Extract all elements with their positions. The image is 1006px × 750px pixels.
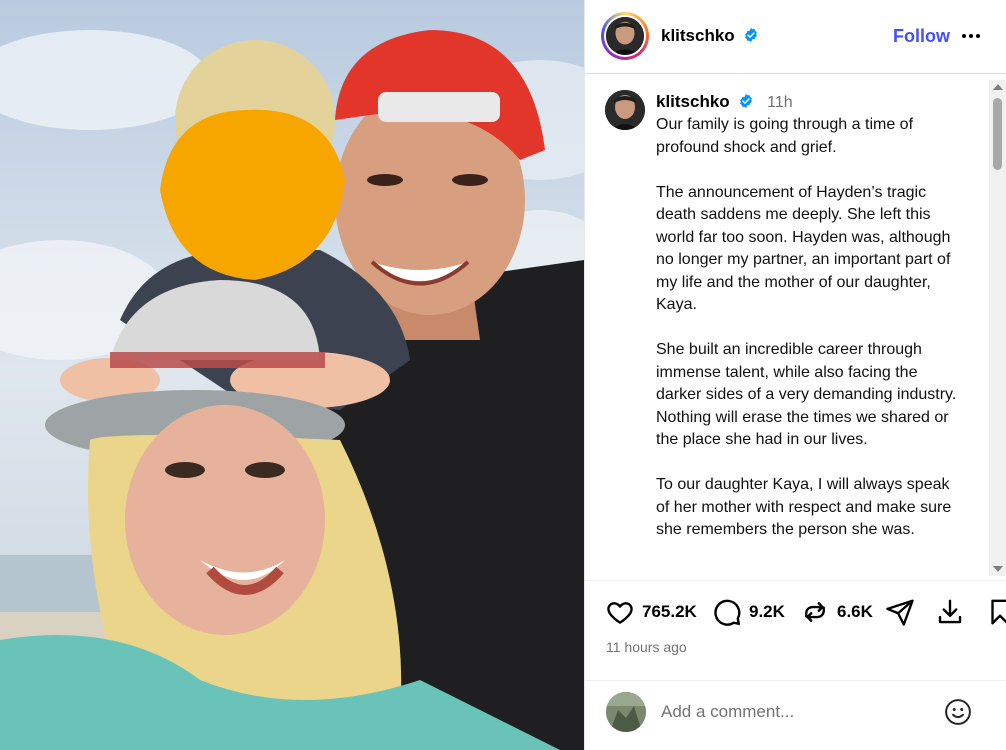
like-button[interactable]: 765.2K [605, 597, 697, 627]
post-timestamp[interactable]: 11 hours ago [606, 639, 687, 655]
profile-avatar-story-ring[interactable] [601, 12, 649, 60]
verified-badge-icon [745, 28, 758, 42]
comment-bubble-icon [714, 599, 741, 626]
caption-avatar-image [605, 90, 645, 130]
repost-count[interactable]: 6.6K [837, 602, 873, 622]
verified-badge-icon [740, 94, 753, 108]
caption-scrollbar[interactable] [989, 80, 1006, 576]
caption-paragraph: She built an incredible career through i… [656, 341, 957, 448]
emoji-icon[interactable] [943, 697, 973, 727]
caption-header: klitschko 11h [656, 92, 793, 112]
action-bar: 765.2K 9.2K 6.6K 11 hours ago [585, 580, 1006, 680]
post-header: klitschko Follow [585, 0, 1006, 74]
save-button[interactable] [985, 597, 1006, 627]
repost-button[interactable]: 6.6K [800, 597, 873, 627]
download-icon [938, 599, 962, 624]
comment-count[interactable]: 9.2K [749, 602, 785, 622]
heart-icon [607, 602, 633, 624]
bookmark-icon [991, 599, 1006, 625]
post-image [0, 0, 584, 750]
caption-area: klitschko 11h Our family is going throug… [585, 74, 1006, 580]
scrollbar-thumb[interactable] [993, 98, 1002, 170]
scroll-down-arrow-icon[interactable] [993, 566, 1003, 572]
share-button[interactable] [885, 597, 915, 627]
caption-username[interactable]: klitschko [656, 92, 730, 111]
like-count[interactable]: 765.2K [642, 602, 697, 622]
header-username[interactable]: klitschko [661, 26, 735, 45]
comment-bar [585, 680, 1006, 750]
caption-avatar[interactable] [605, 90, 645, 130]
caption-paragraph: The announcement of Hayden’s tragic deat… [656, 183, 951, 314]
comment-input[interactable] [661, 699, 931, 725]
caption-timestamp[interactable]: 11h [767, 94, 793, 111]
current-user-avatar[interactable] [606, 692, 646, 732]
caption-paragraph: Our family is going through a time of pr… [656, 116, 914, 156]
follow-button[interactable]: Follow [893, 26, 950, 47]
share-paper-plane-icon [886, 599, 914, 626]
post-photo[interactable] [0, 0, 584, 750]
header-username-wrap: klitschko [661, 26, 759, 46]
avatar [606, 17, 644, 55]
avatar-image [606, 17, 644, 55]
caption-paragraph: To our daughter Kaya, I will always spea… [656, 476, 952, 538]
repost-icon [805, 602, 825, 622]
download-button[interactable] [935, 597, 965, 627]
caption-text: Our family is going through a time of pr… [656, 114, 966, 564]
more-options-icon[interactable] [959, 24, 983, 48]
comment-button[interactable]: 9.2K [712, 597, 785, 627]
scroll-up-arrow-icon[interactable] [993, 84, 1003, 90]
post-side-panel: klitschko Follow klitschko 11h Our famil… [584, 0, 1006, 750]
current-user-avatar-image [606, 692, 646, 732]
